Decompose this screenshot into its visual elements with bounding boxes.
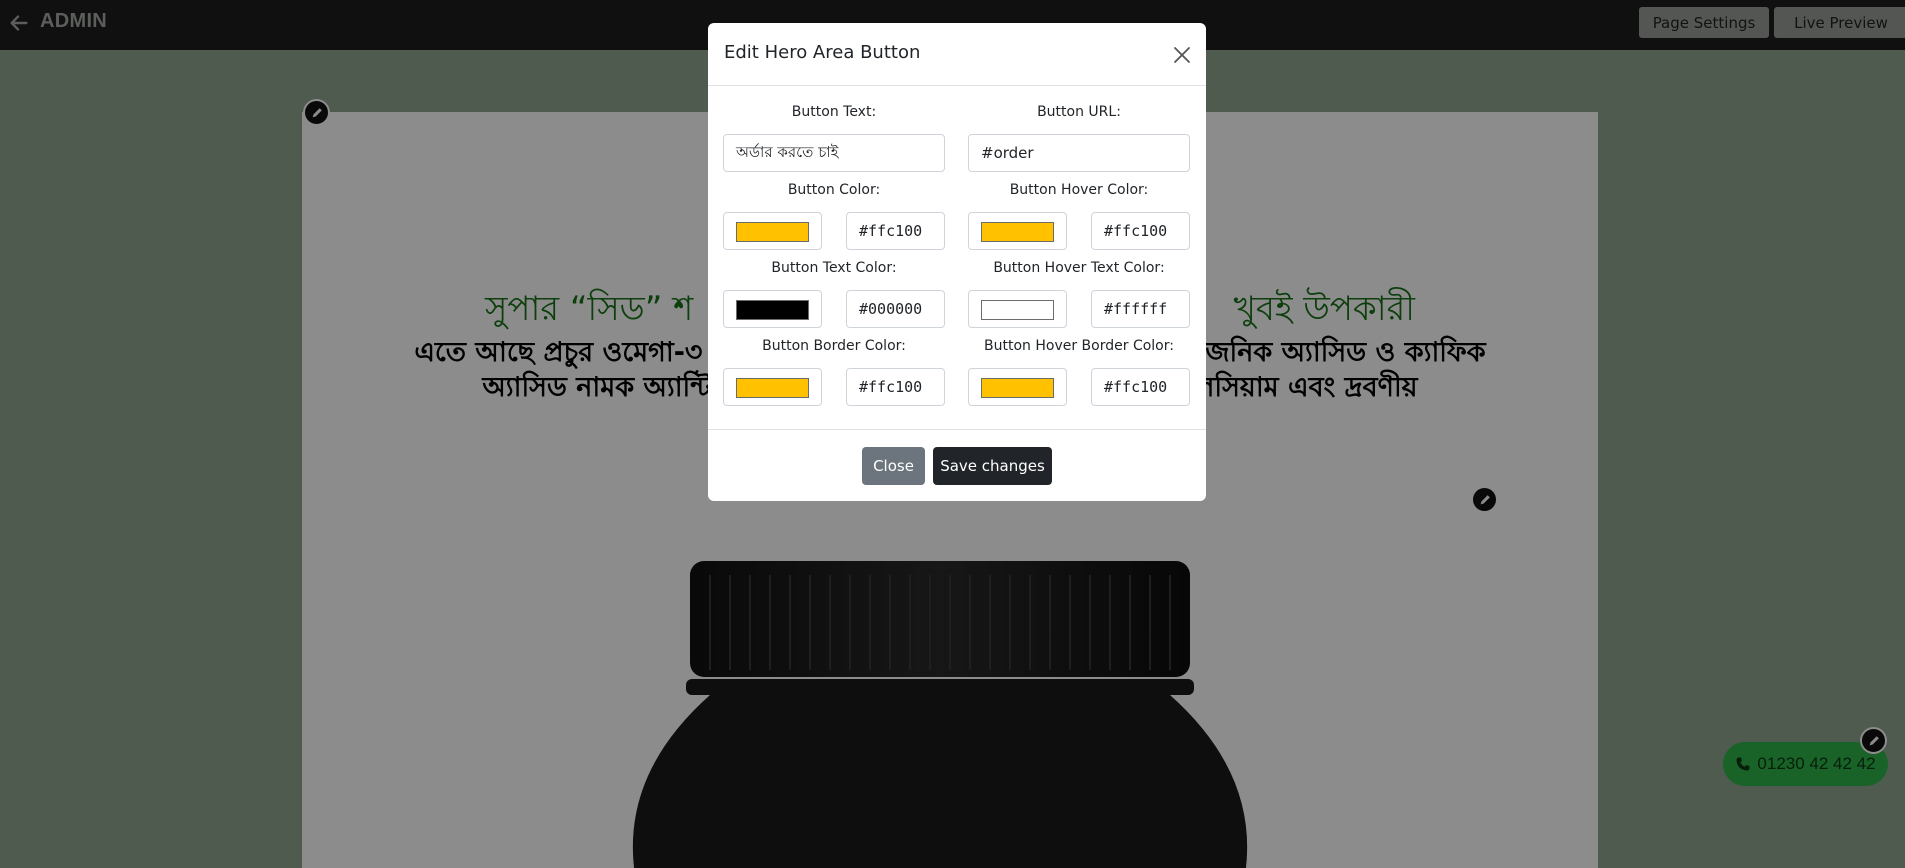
button-hover-text-color-picker[interactable] xyxy=(968,290,1067,328)
button-hover-text-color-hex-input[interactable]: #ffffff xyxy=(1091,290,1190,328)
edit-hero-button-modal: Edit Hero Area Button Button Text: Butto… xyxy=(708,23,1206,501)
modal-header: Edit Hero Area Button xyxy=(708,23,1206,86)
color-swatch xyxy=(736,222,809,242)
button-url-input[interactable]: #order xyxy=(968,134,1190,172)
button-hover-border-color-picker[interactable] xyxy=(968,368,1067,406)
button-border-color-picker[interactable] xyxy=(723,368,822,406)
button-hover-border-color-hex-input[interactable]: #ffc100 xyxy=(1091,368,1190,406)
button-hover-border-color-label: Button Hover Border Color: xyxy=(984,338,1174,354)
color-swatch xyxy=(981,300,1054,320)
color-swatch xyxy=(981,222,1054,242)
button-text-color-label: Button Text Color: xyxy=(771,260,897,276)
color-swatch xyxy=(981,378,1054,398)
button-text-input[interactable]: অর্ডার করতে চাই xyxy=(723,134,945,172)
button-text-color-hex-input[interactable]: #000000 xyxy=(846,290,945,328)
button-url-label: Button URL: xyxy=(1037,104,1121,120)
color-swatch xyxy=(736,300,809,320)
close-button[interactable]: Close xyxy=(862,447,925,485)
close-icon[interactable] xyxy=(1171,44,1193,66)
modal-footer: Close Save changes xyxy=(708,429,1206,501)
modal-title: Edit Hero Area Button xyxy=(724,42,921,63)
button-border-color-label: Button Border Color: xyxy=(762,338,906,354)
button-text-label: Button Text: xyxy=(791,104,877,120)
button-color-hex-input[interactable]: #ffc100 xyxy=(846,212,945,250)
button-hover-color-hex-input[interactable]: #ffc100 xyxy=(1091,212,1190,250)
button-hover-text-color-label: Button Hover Text Color: xyxy=(993,260,1165,276)
button-hover-color-label: Button Hover Color: xyxy=(1009,182,1149,198)
button-color-label: Button Color: xyxy=(787,182,881,198)
button-color-picker[interactable] xyxy=(723,212,822,250)
color-swatch xyxy=(736,378,809,398)
save-changes-button[interactable]: Save changes xyxy=(933,447,1052,485)
button-border-color-hex-input[interactable]: #ffc100 xyxy=(846,368,945,406)
button-text-color-picker[interactable] xyxy=(723,290,822,328)
button-hover-color-picker[interactable] xyxy=(968,212,1067,250)
